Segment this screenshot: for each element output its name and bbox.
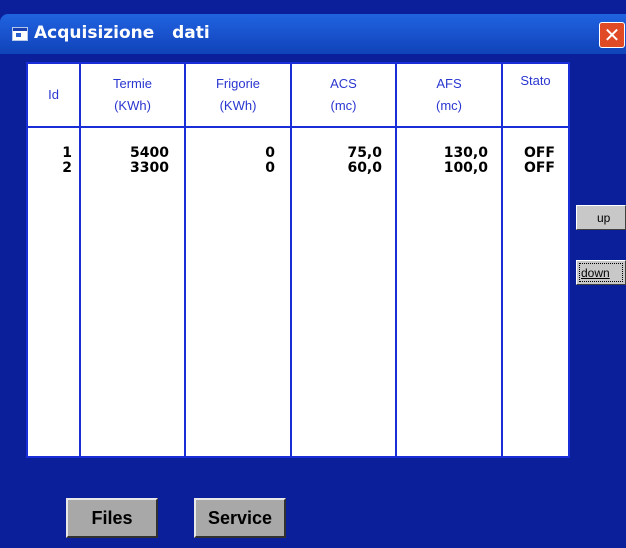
window-icon: [12, 27, 28, 41]
table-cell-id[interactable]: 2: [28, 161, 72, 176]
header-frigorie[interactable]: Frigorie (KWh): [186, 64, 290, 126]
up-button-label: up: [597, 210, 611, 225]
header-separator: [28, 126, 568, 128]
table-cell-id[interactable]: 1: [28, 146, 72, 161]
service-button[interactable]: Service: [194, 498, 286, 538]
header-line2: (mc): [330, 98, 357, 113]
header-afs[interactable]: AFS (mc): [397, 64, 501, 126]
table-cell-stato[interactable]: OFF: [503, 161, 555, 176]
window-title: Acquisizione dati: [34, 23, 210, 43]
close-icon: ✕: [603, 23, 621, 47]
header-line1: AFS: [436, 76, 462, 91]
header-line1: Frigorie: [215, 76, 261, 91]
table-cell-termie[interactable]: 3300: [81, 161, 169, 176]
header-acs[interactable]: ACS (mc): [292, 64, 395, 126]
files-button[interactable]: Files: [66, 498, 158, 538]
header-line2: (mc): [436, 98, 462, 113]
table-cell-afs[interactable]: 130,0: [397, 146, 488, 161]
table-cell-frigorie[interactable]: 0: [186, 146, 275, 161]
app-window: Acquisizione dati ✕ Id Termie (KWh) Frig…: [0, 0, 626, 548]
close-button[interactable]: ✕: [599, 22, 625, 48]
header-id[interactable]: Id: [28, 64, 79, 126]
header-line1: Termie: [112, 76, 152, 91]
table-cell-frigorie[interactable]: 0: [186, 161, 275, 176]
header-line1: ACS: [330, 76, 357, 91]
table-cell-afs[interactable]: 100,0: [397, 161, 488, 176]
header-line1: Stato: [520, 73, 551, 88]
data-grid: Id Termie (KWh) Frigorie (KWh) ACS (mc) …: [26, 62, 570, 458]
table-cell-acs[interactable]: 60,0: [292, 161, 382, 176]
up-button[interactable]: up: [576, 205, 626, 230]
header-stato[interactable]: Stato: [503, 64, 568, 126]
down-button[interactable]: down: [576, 260, 626, 285]
header-line2: (KWh): [219, 98, 257, 113]
header-line1: Id: [48, 87, 59, 102]
title-bar[interactable]: Acquisizione dati: [0, 14, 626, 54]
files-button-label: Files: [91, 507, 133, 528]
service-button-label: Service: [207, 507, 273, 528]
header-termie[interactable]: Termie (KWh): [81, 64, 184, 126]
header-line2: (KWh): [114, 98, 151, 113]
down-button-label: down: [581, 265, 610, 280]
table-cell-acs[interactable]: 75,0: [292, 146, 382, 161]
table-cell-termie[interactable]: 5400: [81, 146, 169, 161]
table-cell-stato[interactable]: OFF: [503, 146, 555, 161]
